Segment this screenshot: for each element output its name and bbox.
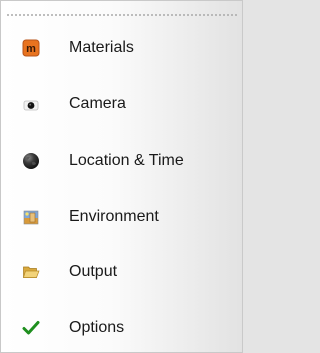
globe-icon (22, 152, 40, 170)
camera-icon (22, 95, 40, 113)
nav-item-label: Location & Time (69, 152, 184, 169)
nav-item-output[interactable]: Output (1, 252, 242, 292)
nav-item-label: Environment (69, 208, 159, 225)
nav-item-label: Materials (69, 39, 134, 56)
environment-icon (22, 208, 40, 226)
folder-open-icon (22, 263, 40, 281)
panel-gripper[interactable] (6, 14, 238, 16)
nav-item-camera[interactable]: Camera (1, 84, 242, 124)
nav-item-label: Output (69, 263, 118, 280)
nav-item-label: Options (69, 319, 125, 336)
navigation-panel: m Materials Camera Location & Time Envir… (0, 0, 243, 353)
checkmark-icon (22, 319, 40, 337)
nav-item-options[interactable]: Options (1, 308, 242, 348)
nav-item-label: Camera (69, 95, 126, 112)
materials-icon: m (22, 39, 40, 57)
svg-text:m: m (26, 43, 36, 55)
nav-item-materials[interactable]: m Materials (1, 28, 242, 68)
nav-item-location-time[interactable]: Location & Time (1, 141, 242, 181)
nav-item-environment[interactable]: Environment (1, 197, 242, 237)
